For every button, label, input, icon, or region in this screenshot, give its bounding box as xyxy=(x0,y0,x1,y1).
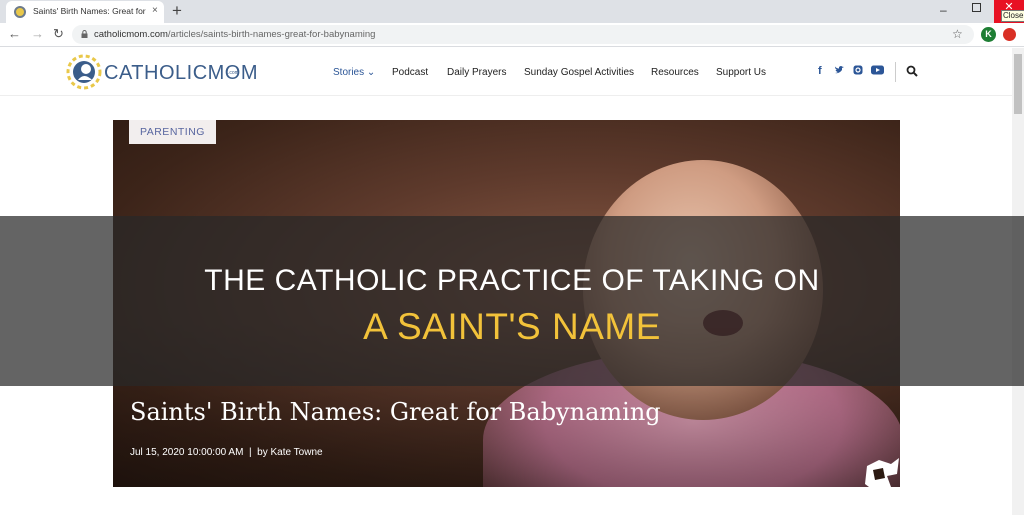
article-date: Jul 15, 2020 10:00:00 AM xyxy=(130,447,244,458)
overlay-headline-line2: A SAINT'S NAME xyxy=(363,306,661,347)
nav-sunday-gospel-activities[interactable]: Sunday Gospel Activities xyxy=(524,67,634,78)
scrollbar-thumb[interactable] xyxy=(1014,54,1022,114)
nav-daily-prayers[interactable]: Daily Prayers xyxy=(447,67,506,78)
new-tab-button[interactable]: + xyxy=(172,1,182,21)
reload-icon[interactable]: ↻ xyxy=(53,26,64,42)
youtube-shape xyxy=(871,65,884,75)
chevron-down-icon: ⌄ xyxy=(366,67,376,78)
back-arrow-icon[interactable]: ← xyxy=(8,26,21,41)
url-path: /articles/saints-birth-names-great-for-b… xyxy=(167,29,376,40)
minimize-button[interactable]: – xyxy=(940,3,947,17)
category-tag[interactable]: PARENTING xyxy=(129,120,216,144)
catholicmom-favicon-icon xyxy=(14,6,26,18)
bookmark-star-icon[interactable]: ☆ xyxy=(952,27,963,41)
site-logo-suffix: .com xyxy=(228,70,239,76)
browser-toolbar: ← → ↻ catholicmom.com/articles/saints-bi… xyxy=(0,23,1024,47)
maximize-button[interactable] xyxy=(972,3,981,12)
search-icon[interactable] xyxy=(906,65,918,77)
browser-window: Saints' Birth Names: Great for Babynamin… xyxy=(0,0,1024,515)
browser-tab[interactable]: Saints' Birth Names: Great for Babynamin… xyxy=(6,1,164,23)
nav-support-us[interactable]: Support Us xyxy=(716,67,766,78)
url-text: catholicmom.com/articles/saints-birth-na… xyxy=(94,29,375,40)
close-tooltip: Close xyxy=(1001,10,1024,22)
lock-icon xyxy=(81,30,88,38)
instagram-shape xyxy=(853,65,863,75)
instagram-icon[interactable] xyxy=(853,65,863,78)
tab-strip: Saints' Birth Names: Great for Babynamin… xyxy=(0,0,1024,23)
article-title: Saints' Birth Names: Great for Babynamin… xyxy=(130,398,661,426)
nav-resources[interactable]: Resources xyxy=(651,67,699,78)
youtube-icon[interactable] xyxy=(871,65,884,78)
tab-close-icon[interactable]: × xyxy=(152,5,158,16)
watermark-logo-icon xyxy=(865,458,899,487)
tab-title: Saints' Birth Names: Great for Babynamin… xyxy=(33,6,147,16)
site-header: CATHOLICMOM .com Stories ⌄ Podcast Daily… xyxy=(0,48,1012,96)
catholicmom-logo-icon[interactable] xyxy=(66,54,102,90)
byline-separator: | xyxy=(248,447,252,458)
extension-icon[interactable] xyxy=(1003,28,1016,41)
header-divider xyxy=(895,62,896,82)
article-byline: Jul 15, 2020 10:00:00 AM | by Kate Towne xyxy=(130,447,323,458)
address-bar[interactable]: catholicmom.com/articles/saints-birth-na… xyxy=(72,25,974,44)
facebook-icon[interactable]: f xyxy=(818,65,822,77)
twitter-bird-shape xyxy=(835,65,844,74)
article-author[interactable]: by Kate Towne xyxy=(257,447,322,458)
overlay-banner xyxy=(0,216,1024,386)
url-domain: catholicmom.com xyxy=(94,29,168,40)
nav-stories[interactable]: Stories ⌄ xyxy=(333,67,375,78)
nav-stories-label: Stories xyxy=(333,67,365,78)
nav-podcast[interactable]: Podcast xyxy=(392,67,428,78)
overlay-headline-line1: THE CATHOLIC PRACTICE OF TAKING ON xyxy=(204,264,820,297)
profile-avatar[interactable]: K xyxy=(981,27,996,42)
twitter-icon[interactable] xyxy=(834,65,845,78)
forward-arrow-icon[interactable]: → xyxy=(31,26,44,41)
